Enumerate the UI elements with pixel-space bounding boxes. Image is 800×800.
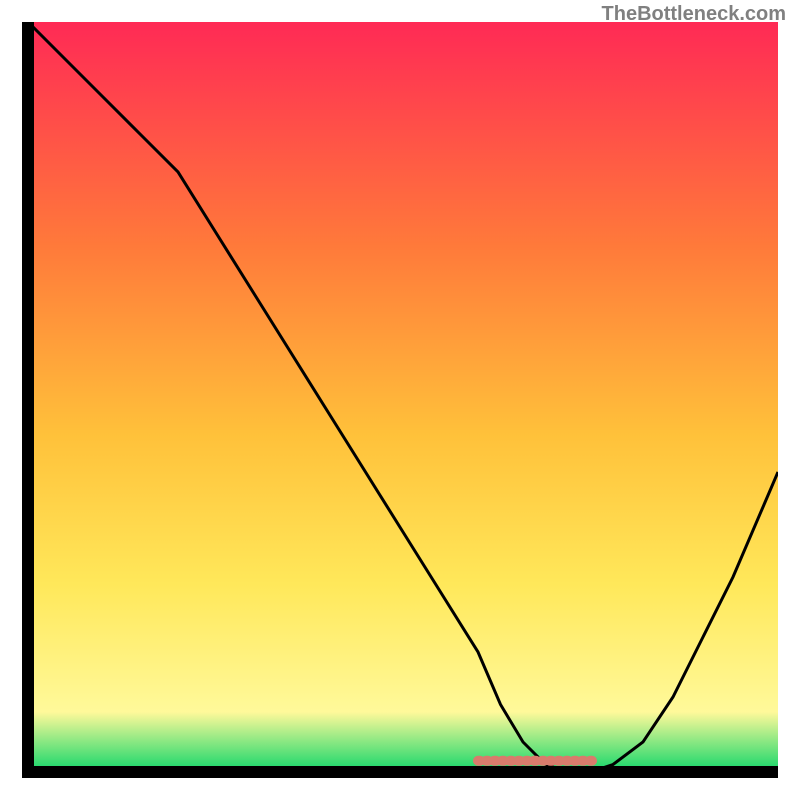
- bottleneck-chart: [22, 22, 778, 778]
- watermark: TheBottleneck.com: [602, 3, 786, 26]
- chart-svg: [22, 22, 778, 778]
